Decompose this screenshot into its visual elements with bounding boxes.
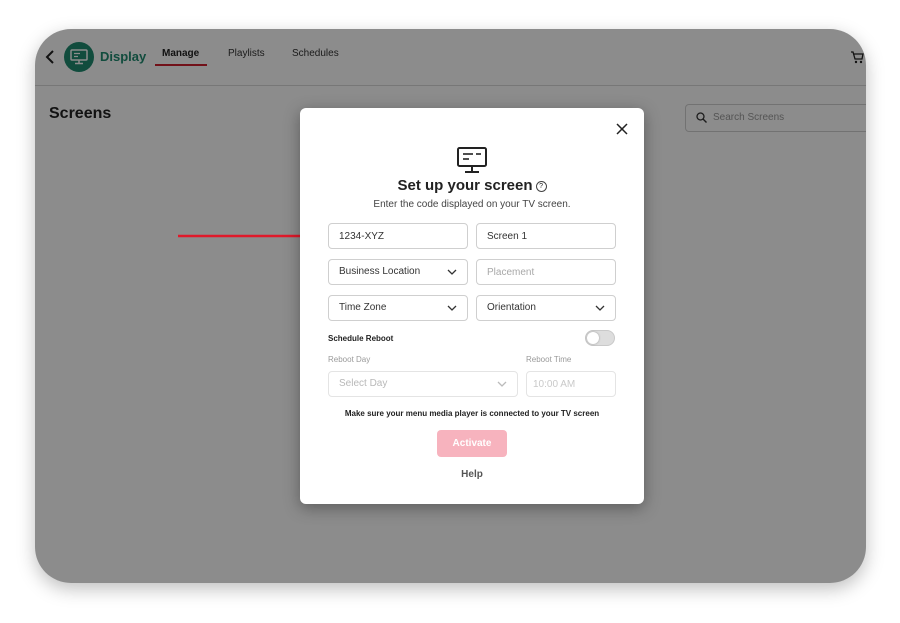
orientation-select[interactable]: Orientation <box>476 295 616 321</box>
reboot-day-select[interactable]: Select Day <box>328 371 518 397</box>
modal-title: Set up your screen? <box>300 177 644 194</box>
close-icon[interactable] <box>616 123 628 135</box>
chevron-down-icon <box>447 305 457 311</box>
code-input[interactable] <box>339 224 467 248</box>
placement-field[interactable] <box>476 259 616 285</box>
setup-screen-modal: Set up your screen? Enter the code displ… <box>300 108 644 504</box>
screen-name-field[interactable] <box>476 223 616 249</box>
toggle-knob <box>587 332 599 344</box>
help-link-text[interactable]: Help <box>461 469 483 480</box>
code-field[interactable] <box>328 223 468 249</box>
reboot-day-label: Reboot Day <box>328 355 371 364</box>
business-location-select[interactable]: Business Location <box>328 259 468 285</box>
help-circle-icon[interactable]: ? <box>535 180 547 192</box>
schedule-reboot-label: Schedule Reboot <box>328 334 394 343</box>
reboot-time-label: Reboot Time <box>526 355 572 364</box>
help-link: Help <box>300 469 644 480</box>
screen-name-input[interactable] <box>487 224 615 248</box>
modal-title-text: Set up your screen <box>397 177 533 194</box>
business-location-label: Business Location <box>339 266 421 277</box>
tv-screen-icon <box>457 147 487 173</box>
reboot-time-input[interactable] <box>533 372 615 396</box>
time-zone-select[interactable]: Time Zone <box>328 295 468 321</box>
orientation-label: Orientation <box>487 302 536 313</box>
activate-button[interactable]: Activate <box>437 430 507 457</box>
chevron-down-icon <box>447 269 457 275</box>
reboot-day-placeholder: Select Day <box>339 378 388 389</box>
chevron-down-icon <box>595 305 605 311</box>
chevron-down-icon <box>497 381 507 387</box>
modal-subtitle: Enter the code displayed on your TV scre… <box>373 199 571 210</box>
schedule-reboot-toggle[interactable] <box>585 330 615 346</box>
connection-notice: Make sure your menu media player is conn… <box>344 409 600 418</box>
time-zone-label: Time Zone <box>339 302 387 313</box>
placement-input[interactable] <box>487 260 615 284</box>
reboot-time-field[interactable] <box>526 371 616 397</box>
